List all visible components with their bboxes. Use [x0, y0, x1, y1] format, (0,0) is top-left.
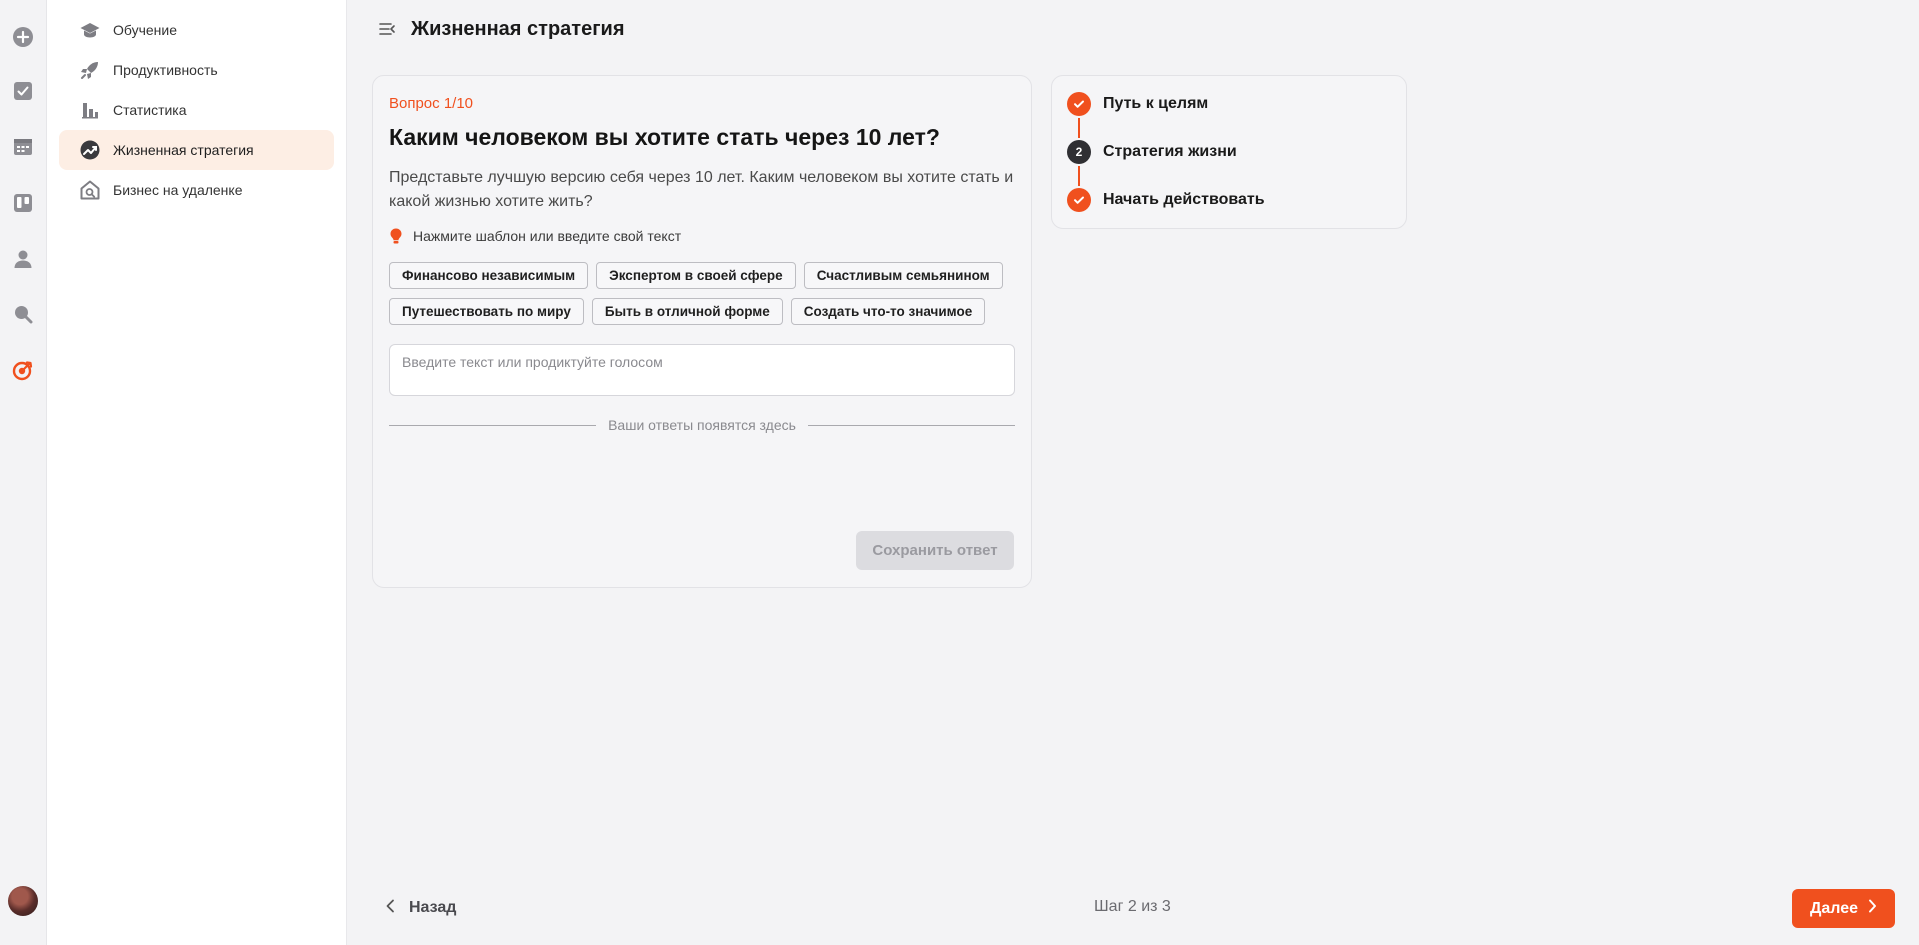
- sidebar-item-productivity[interactable]: Продуктивность: [59, 50, 334, 90]
- template-chip[interactable]: Счастливым семьянином: [803, 262, 1003, 289]
- check-icon: [1067, 92, 1091, 116]
- rocket-icon: [79, 59, 101, 81]
- template-chip[interactable]: Путешествовать по миру: [389, 298, 584, 325]
- question-description: Представьте лучшую версию себя через 10 …: [389, 169, 1014, 210]
- answer-input[interactable]: [389, 344, 1015, 396]
- answers-placeholder: Ваши ответы появятся здесь: [608, 417, 796, 433]
- target-icon[interactable]: [11, 358, 35, 382]
- home-search-icon: [79, 179, 101, 201]
- divider-line: [807, 424, 1016, 426]
- menu-toggle-icon[interactable]: [378, 20, 396, 38]
- template-chip[interactable]: Экспертом в своей сфере: [596, 262, 796, 289]
- sidebar-item-statistics[interactable]: Статистика: [59, 90, 334, 130]
- sidebar-item-label: Обучение: [113, 22, 178, 38]
- step-label: Начать действовать: [1103, 191, 1265, 208]
- user-icon[interactable]: [11, 247, 35, 271]
- sidebar-item-learning[interactable]: Обучение: [59, 10, 334, 50]
- calendar-icon[interactable]: [11, 135, 35, 159]
- question-counter: Вопрос 1/10: [389, 95, 474, 112]
- template-chip[interactable]: Финансово независимым: [389, 262, 589, 289]
- page-title: Жизненная стратегия: [411, 17, 625, 40]
- next-label: Далее: [1809, 899, 1859, 917]
- step-label: Путь к целям: [1103, 95, 1209, 112]
- template-chip[interactable]: Создать что-то значимое: [790, 298, 986, 325]
- graduation-cap-icon: [79, 19, 101, 41]
- step-item[interactable]: Путь к целям: [1067, 92, 1391, 140]
- back-button[interactable]: Назад: [385, 896, 456, 920]
- board-icon[interactable]: [11, 191, 35, 215]
- step-item[interactable]: Начать действовать: [1067, 188, 1391, 236]
- step-item[interactable]: 2 Стратегия жизни: [1067, 140, 1391, 188]
- sidebar-item-life-strategy[interactable]: Жизненная стратегия: [59, 130, 334, 170]
- bar-chart-icon: [79, 99, 101, 121]
- hint-text: Нажмите шаблон или введите свой текст: [413, 228, 682, 244]
- step-connector: [1078, 166, 1080, 186]
- check-icon: [1067, 188, 1091, 212]
- hint: Нажмите шаблон или введите свой текст: [389, 228, 1015, 244]
- sidebar-item-label: Жизненная стратегия: [113, 142, 254, 158]
- avatar[interactable]: [8, 886, 38, 916]
- plus-circle-icon[interactable]: [11, 25, 35, 49]
- chevron-left-icon: [385, 899, 395, 918]
- back-label: Назад: [409, 899, 457, 916]
- sidebar-item-label: Продуктивность: [113, 62, 218, 78]
- search-icon[interactable]: [11, 302, 35, 326]
- checkbox-icon[interactable]: [11, 79, 35, 103]
- divider-line: [389, 424, 597, 426]
- lightbulb-icon: [389, 228, 403, 244]
- chevron-right-icon: [1868, 899, 1877, 918]
- sidebar-item-label: Бизнес на удаленке: [113, 182, 243, 198]
- sidebar: Обучение Продуктивность Статистика Жизне…: [47, 0, 347, 945]
- page-header: Жизненная стратегия: [347, 0, 1919, 58]
- next-button[interactable]: Далее: [1792, 889, 1895, 928]
- question-card: Вопрос 1/10 Каким человеком вы хотите ст…: [372, 75, 1032, 588]
- sidebar-item-label: Статистика: [113, 102, 187, 118]
- sidebar-item-remote-business[interactable]: Бизнес на удаленке: [59, 170, 334, 210]
- template-chip[interactable]: Быть в отличной форме: [591, 298, 783, 325]
- step-connector: [1078, 118, 1080, 138]
- trend-icon: [79, 139, 101, 161]
- icon-rail: [0, 0, 47, 945]
- steps-card: Путь к целям 2 Стратегия жизни Начать де…: [1051, 75, 1407, 229]
- step-counter: Шаг 2 из 3: [1094, 898, 1171, 915]
- step-label: Стратегия жизни: [1103, 143, 1237, 160]
- template-chips: Финансово независимым Экспертом в своей …: [389, 262, 1009, 325]
- question-title: Каким человеком вы хотите стать через 10…: [389, 124, 940, 150]
- save-answer-button[interactable]: Сохранить ответ: [856, 531, 1014, 570]
- step-number: 2: [1067, 140, 1091, 164]
- answers-divider: Ваши ответы появятся здесь: [389, 417, 1016, 433]
